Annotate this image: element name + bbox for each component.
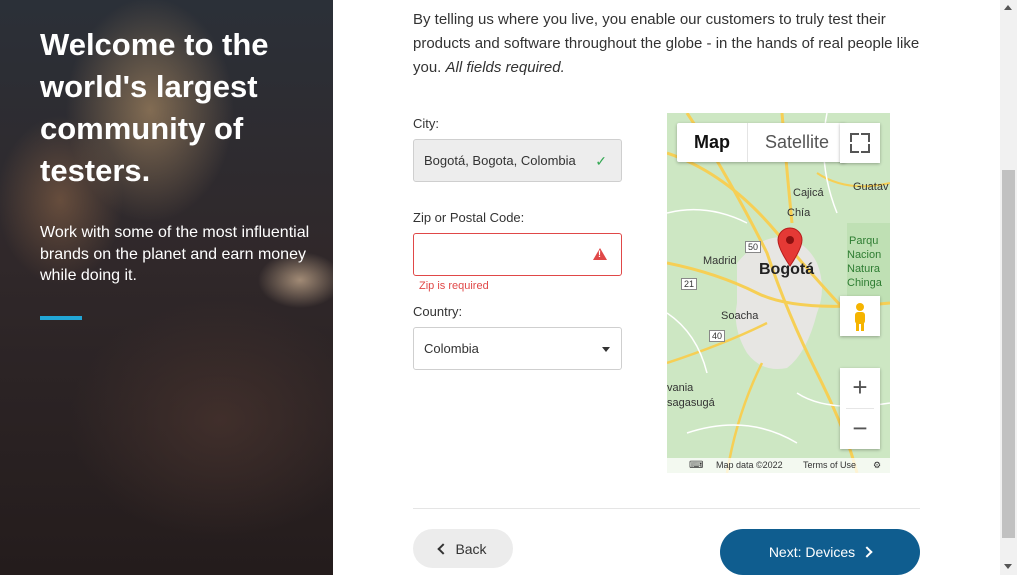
map-label-parque: Parqu bbox=[849, 235, 879, 247]
map-label-natural: Natura bbox=[847, 263, 881, 275]
map-label-madrid: Madrid bbox=[703, 255, 737, 267]
city-label: City: bbox=[413, 116, 439, 131]
hero-panel: Welcome to the world's largest community… bbox=[0, 0, 333, 575]
next-label: Next: Devices bbox=[768, 544, 856, 560]
back-label: Back bbox=[455, 541, 487, 557]
scroll-up-icon[interactable] bbox=[1004, 5, 1012, 10]
route-shield-50: 50 bbox=[745, 241, 762, 253]
map-label-nacional: Nacion bbox=[847, 249, 882, 261]
map-data-text: Map data ©2022 bbox=[716, 460, 783, 470]
country-value: Colombia bbox=[424, 341, 479, 356]
terms-of-use-link[interactable]: Terms of Use bbox=[803, 460, 856, 470]
map-tab-map[interactable]: Map bbox=[677, 123, 747, 162]
map-label-sagasuga: sagasugá bbox=[667, 397, 715, 409]
scroll-thumb[interactable] bbox=[1002, 170, 1015, 538]
country-select[interactable]: Colombia bbox=[413, 327, 622, 370]
chevron-left-icon bbox=[437, 543, 450, 555]
report-icon[interactable]: ⚙ bbox=[873, 460, 881, 471]
map-label-vania: vania bbox=[667, 382, 694, 394]
zip-error: Zip is required bbox=[419, 280, 489, 292]
intro-text: By telling us where you live, you enable… bbox=[413, 8, 933, 80]
street-view-pegman-icon[interactable] bbox=[840, 296, 880, 336]
back-button[interactable]: Back bbox=[413, 529, 513, 568]
country-label: Country: bbox=[413, 304, 463, 319]
map-marker-icon bbox=[777, 227, 803, 267]
section-divider bbox=[413, 508, 920, 509]
next-devices-button[interactable]: Next: Devices bbox=[720, 529, 920, 575]
location-map[interactable]: Map Satellite Cajicá Chía Guatav Madrid … bbox=[667, 113, 890, 473]
page-scrollbar[interactable] bbox=[1000, 0, 1017, 575]
fullscreen-icon[interactable] bbox=[840, 123, 880, 163]
city-value: Bogotá, Bogota, Colombia bbox=[424, 153, 576, 168]
warning-icon bbox=[593, 248, 607, 260]
map-type-toggle: Map Satellite bbox=[677, 123, 847, 162]
route-shield-40: 40 bbox=[709, 330, 726, 342]
required-note: All fields required. bbox=[445, 59, 565, 76]
map-label-soacha: Soacha bbox=[721, 310, 759, 322]
chevron-right-icon bbox=[861, 546, 873, 558]
check-icon: ✓ bbox=[595, 153, 607, 169]
keyboard-icon[interactable]: ⌨ bbox=[689, 460, 703, 471]
city-field[interactable]: Bogotá, Bogota, Colombia ✓ bbox=[413, 139, 622, 182]
chevron-down-icon bbox=[602, 347, 610, 352]
zip-field[interactable] bbox=[413, 233, 622, 276]
zoom-out-button[interactable]: − bbox=[840, 409, 880, 449]
map-label-guatavita: Guatav bbox=[853, 181, 889, 193]
scroll-down-icon[interactable] bbox=[1004, 564, 1012, 569]
map-label-cajica: Cajicá bbox=[793, 187, 824, 199]
map-tab-satellite[interactable]: Satellite bbox=[747, 123, 846, 162]
zoom-in-button[interactable]: + bbox=[840, 368, 880, 408]
map-label-chingaza: Chinga bbox=[847, 277, 882, 289]
hero-subtitle: Work with some of the most influential b… bbox=[40, 224, 310, 284]
zip-label: Zip or Postal Code: bbox=[413, 210, 525, 225]
hero-title: Welcome to the world's largest community… bbox=[40, 27, 269, 188]
map-label-chia: Chía bbox=[787, 207, 811, 219]
route-shield-21: 21 bbox=[681, 278, 698, 290]
hero-accent-bar bbox=[40, 316, 82, 320]
zoom-controls: + − bbox=[840, 368, 880, 449]
map-attribution: ⌨ Map data ©2022 Terms of Use ⚙ bbox=[667, 458, 890, 473]
